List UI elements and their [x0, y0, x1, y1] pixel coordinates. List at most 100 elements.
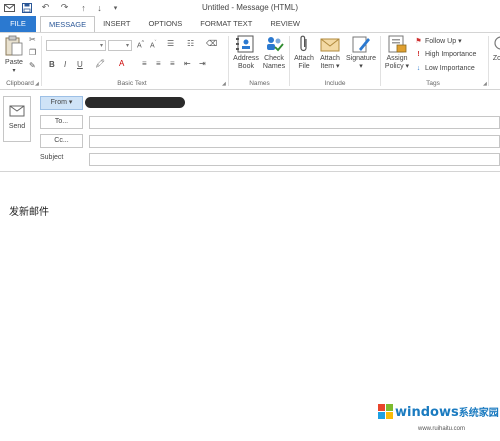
group-divider — [380, 36, 381, 86]
chevron-down-icon: ▾ — [99, 43, 103, 49]
subject-label: Subject — [40, 154, 64, 161]
format-painter-icon[interactable]: ✎ — [29, 61, 36, 70]
flag-icon: ⚑ — [415, 38, 422, 45]
group-divider — [488, 36, 489, 86]
attach-item-label-2: Item ▾ — [320, 63, 340, 70]
high-importance-label: High Importance — [425, 51, 477, 58]
paste-icon — [5, 35, 23, 56]
title-bar: ↶ ↷ ↑ ↓ ▾ Untitled - Message (HTML) — [0, 0, 500, 16]
highlight-icon[interactable]: 🖍 — [95, 59, 105, 68]
zoom-icon — [494, 36, 500, 50]
grow-font-icon[interactable]: A^ — [137, 40, 144, 49]
group-divider — [41, 36, 42, 86]
ribbon: Paste ▾ ✂ ❐ ✎ Clipboard ◢ ▾ ▾ A^ Aˇ ☰ ☷ … — [0, 32, 500, 90]
subject-field[interactable] — [89, 153, 500, 166]
from-address — [85, 97, 185, 108]
follow-up-label: Follow Up ▾ — [425, 38, 462, 45]
to-field[interactable] — [89, 116, 500, 129]
signature-label-1: Signature — [346, 55, 376, 62]
font-name-combo[interactable]: ▾ — [46, 40, 106, 51]
italic-button[interactable]: I — [64, 60, 66, 69]
watermark-brand-zh: 系统家园 — [458, 408, 499, 419]
attach-item-button[interactable]: Attach Item ▾ — [318, 35, 342, 71]
include-group-label: Include — [324, 80, 346, 87]
down-arrow-icon: ↓ — [416, 65, 421, 72]
tab-options[interactable]: OPTIONS — [138, 16, 190, 32]
address-book-label-1: Address — [233, 55, 259, 62]
basic-text-group-label: Basic Text — [117, 80, 147, 87]
check-names-label-1: Check — [264, 55, 284, 62]
copy-icon[interactable]: ❐ — [29, 48, 36, 57]
send-button[interactable]: Send — [3, 96, 31, 142]
assign-policy-label-2: Policy ▾ — [384, 63, 410, 70]
send-icon — [9, 105, 25, 117]
underline-button[interactable]: U — [77, 60, 83, 69]
tags-group-label: Tags — [426, 80, 440, 87]
signature-label-2: ▾ — [359, 63, 363, 70]
attach-file-button[interactable]: Attach File — [292, 35, 316, 71]
bold-button[interactable]: B — [49, 60, 55, 69]
paste-button[interactable]: Paste ▾ — [2, 35, 26, 75]
assign-policy-button[interactable]: Assign Policy ▾ — [383, 35, 411, 71]
decrease-indent-icon[interactable]: ⇤ — [184, 59, 191, 68]
ribbon-tabs: FILE MESSAGE INSERT OPTIONS FORMAT TEXT … — [0, 16, 500, 33]
check-names-icon — [267, 37, 284, 52]
increase-indent-icon[interactable]: ⇥ — [199, 59, 206, 68]
watermark: windows系统家园 www.ruihaitu.com — [378, 398, 499, 438]
font-size-combo[interactable]: ▾ — [108, 40, 132, 51]
window-title: Untitled - Message (HTML) — [201, 3, 299, 12]
zoom-label: Zo — [492, 55, 500, 62]
high-importance-button[interactable]: ! High Importance — [414, 51, 476, 58]
windows-logo-icon — [378, 404, 393, 419]
align-right-icon[interactable]: ≡ — [170, 59, 175, 68]
assign-policy-label-1: Assign — [386, 55, 408, 62]
cc-button[interactable]: Cc... — [40, 134, 83, 148]
group-divider — [289, 36, 290, 86]
envelope-icon — [320, 38, 340, 52]
font-color-icon[interactable]: A — [119, 59, 124, 68]
compose-header: Send From ▾ To... Cc... Subject — [0, 90, 500, 170]
signature-button[interactable]: Signature ▾ — [344, 35, 378, 71]
check-names-label-2: Names — [262, 63, 286, 70]
check-names-button[interactable]: Check Names — [261, 35, 287, 71]
watermark-url: www.ruihaitu.com — [418, 426, 466, 432]
tab-insert[interactable]: INSERT — [95, 16, 138, 32]
align-left-icon[interactable]: ≡ — [142, 59, 147, 68]
watermark-brand-en: windows — [395, 405, 459, 420]
numbering-icon[interactable]: ☷ — [187, 39, 194, 48]
follow-up-button[interactable]: ⚑ Follow Up ▾ — [414, 37, 462, 45]
paste-dropdown-icon: ▾ — [12, 68, 16, 74]
message-body[interactable]: 发新邮件 — [9, 203, 49, 218]
tab-file[interactable]: FILE — [0, 16, 36, 32]
shrink-font-icon[interactable]: Aˇ — [150, 40, 156, 49]
tab-format-text[interactable]: FORMAT TEXT — [190, 16, 260, 32]
zoom-button[interactable]: Zo — [491, 35, 500, 63]
address-book-label-2: Book — [238, 63, 254, 70]
bullets-icon[interactable]: ☰ — [167, 39, 174, 48]
align-center-icon[interactable]: ≡ — [156, 59, 161, 68]
body-divider — [0, 171, 500, 172]
address-book-button[interactable]: Address Book — [232, 35, 260, 71]
attach-file-label-2: File — [298, 63, 310, 70]
tags-launcher-icon[interactable]: ◢ — [483, 81, 487, 87]
clipboard-launcher-icon[interactable]: ◢ — [35, 81, 39, 87]
address-book-icon — [236, 35, 254, 53]
low-importance-label: Low Importance — [425, 65, 475, 72]
low-importance-button[interactable]: ↓ Low Importance — [414, 65, 475, 72]
tab-review[interactable]: REVIEW — [260, 16, 308, 32]
basic-text-launcher-icon[interactable]: ◢ — [222, 81, 226, 87]
to-button[interactable]: To... — [40, 115, 83, 129]
cut-icon[interactable]: ✂ — [29, 35, 36, 44]
attach-file-label-1: Attach — [294, 55, 314, 62]
clipboard-group-label: Clipboard — [6, 80, 34, 87]
attach-item-label-1: Attach — [320, 55, 340, 62]
watermark-brand: windows系统家园 — [395, 404, 499, 420]
cc-field[interactable] — [89, 135, 500, 148]
clear-formatting-icon[interactable]: ⌫ — [206, 39, 217, 48]
names-group-label: Names — [249, 80, 270, 87]
from-button[interactable]: From ▾ — [40, 96, 83, 110]
paperclip-icon — [300, 35, 307, 52]
send-label: Send — [8, 123, 26, 130]
chevron-down-icon: ▾ — [125, 43, 129, 49]
tab-message[interactable]: MESSAGE — [40, 16, 96, 33]
